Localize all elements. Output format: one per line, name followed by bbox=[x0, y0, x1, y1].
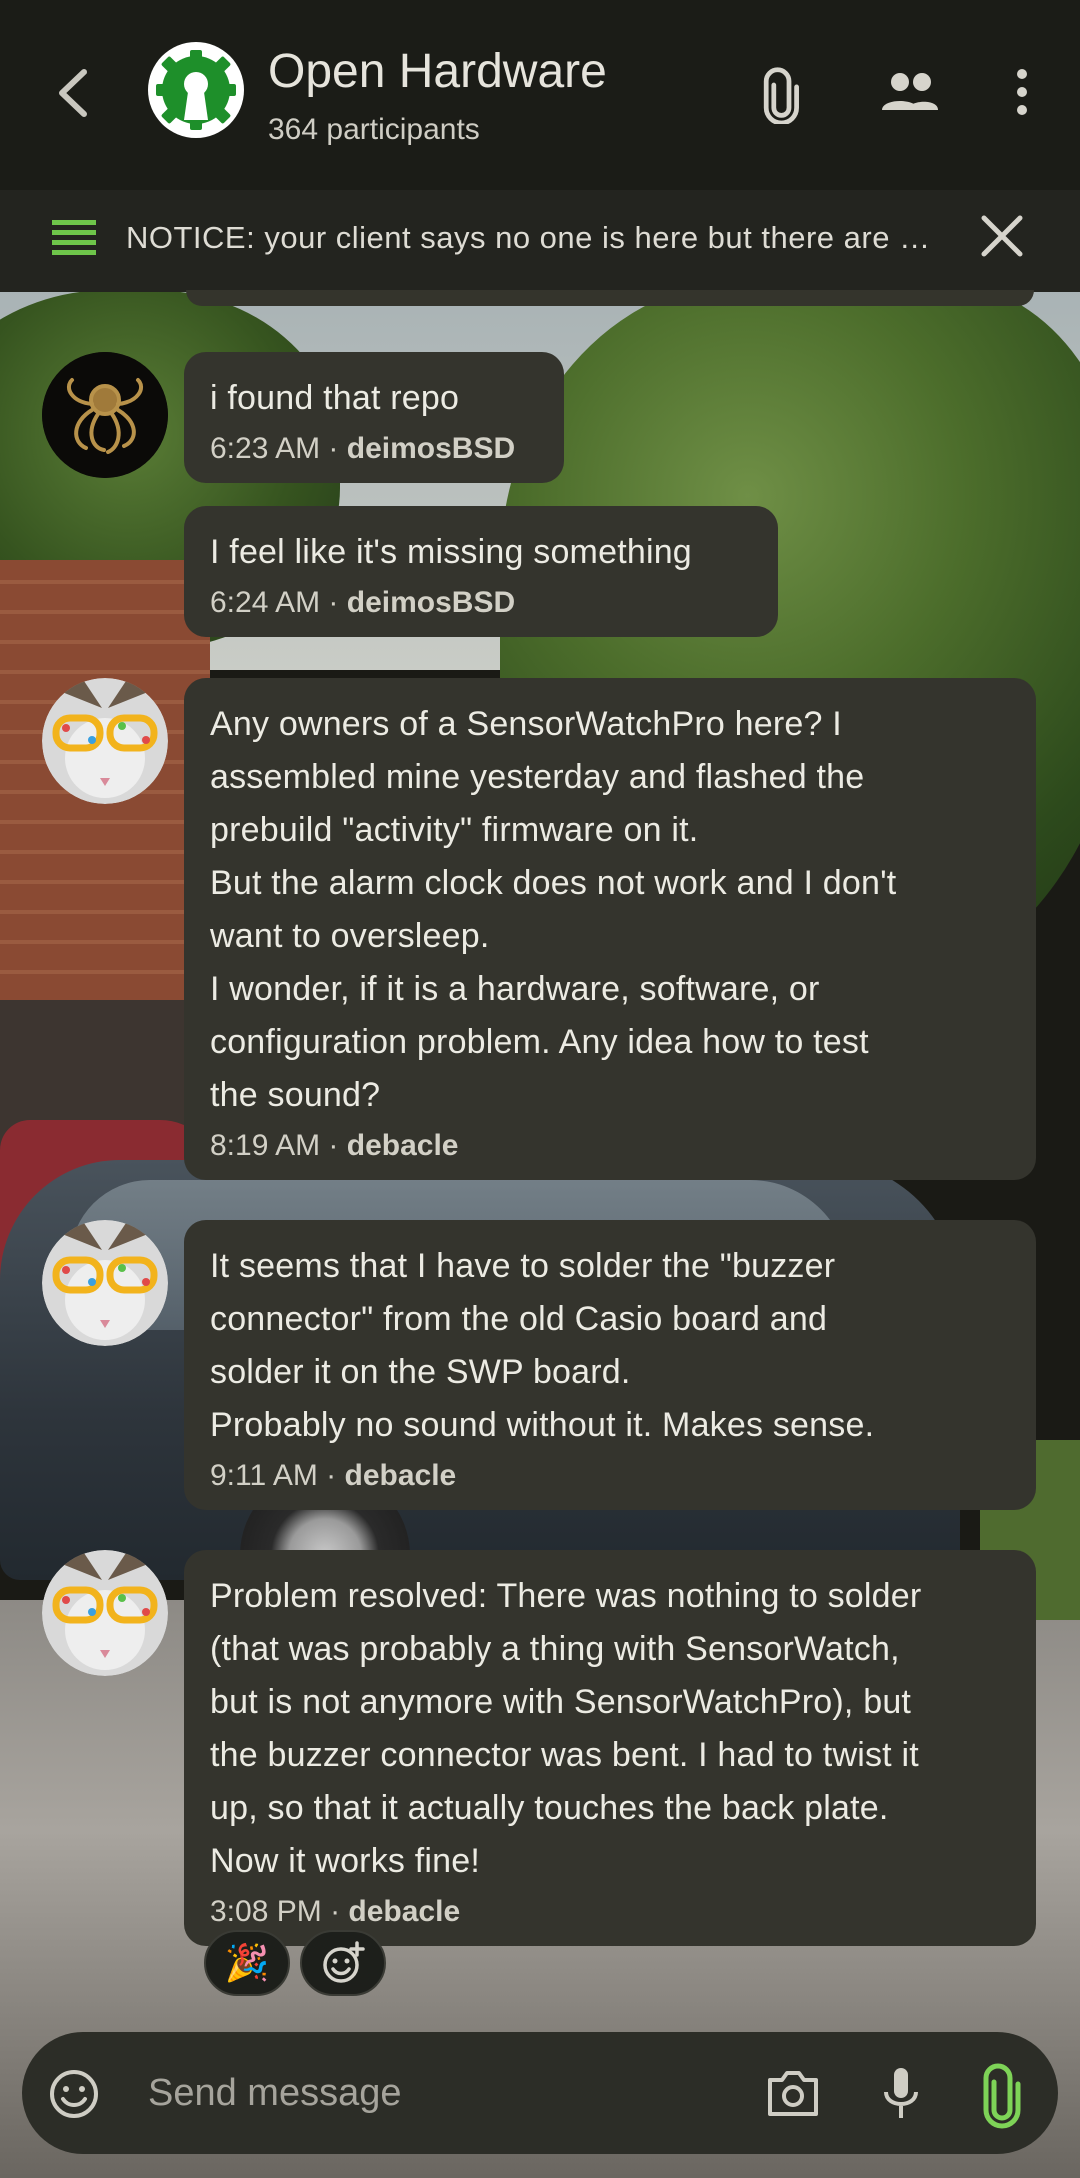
attachment-button[interactable] bbox=[752, 60, 816, 126]
participant-count: 364 participants bbox=[268, 113, 480, 146]
add-reaction-icon bbox=[323, 1941, 365, 1983]
meta-separator: · bbox=[320, 1129, 347, 1162]
camera-icon[interactable] bbox=[762, 2062, 824, 2124]
message-sender[interactable]: debacle bbox=[348, 1895, 460, 1928]
message-bubble[interactable]: Any owners of a SensorWatchPro here? I a… bbox=[184, 678, 1036, 1180]
message-body: Any owners of a SensorWatchPro here? I a… bbox=[210, 705, 897, 1114]
meta-separator: · bbox=[317, 1459, 345, 1492]
message-sender[interactable]: deimosBSD bbox=[347, 586, 515, 619]
avatar[interactable] bbox=[42, 1550, 168, 1676]
message-time: 8:19 AM bbox=[210, 1129, 321, 1162]
message-input[interactable] bbox=[146, 2062, 730, 2124]
notice-text: NOTICE: your client says no one is here … bbox=[126, 220, 936, 255]
message-meta: 3:08 PM · debacle bbox=[210, 1892, 1010, 1932]
pinned-notice-banner[interactable]: NOTICE: your client says no one is here … bbox=[0, 190, 1080, 292]
message-meta: 9:11 AM · debacle bbox=[210, 1456, 1010, 1496]
message-body: I feel like it's missing something bbox=[210, 533, 692, 571]
meta-separator: · bbox=[320, 586, 347, 619]
message-sender[interactable]: debacle bbox=[345, 1459, 457, 1492]
attachment-icon[interactable] bbox=[966, 2056, 1038, 2130]
people-icon bbox=[882, 73, 938, 110]
emoji-icon[interactable] bbox=[46, 2066, 102, 2122]
message-bubble[interactable]: i found that repo 6:23 AM · deimosBSD bbox=[184, 352, 564, 483]
room-avatar[interactable] bbox=[148, 42, 244, 138]
avatar[interactable] bbox=[42, 352, 168, 478]
message-meta: 6:23 AM · deimosBSD bbox=[210, 429, 538, 469]
message-time: 3:08 PM bbox=[210, 1895, 322, 1928]
reaction-emoji: 🎉 bbox=[224, 1942, 270, 1983]
add-reaction-button[interactable] bbox=[300, 1930, 386, 1996]
message-time: 6:24 AM bbox=[210, 586, 321, 619]
message-time: 9:11 AM bbox=[210, 1459, 318, 1492]
reaction-chip[interactable]: 🎉 bbox=[204, 1930, 290, 1996]
mic-icon[interactable] bbox=[870, 2062, 932, 2124]
meta-separator: · bbox=[320, 432, 347, 465]
message-body: Problem resolved: There was nothing to s… bbox=[210, 1577, 922, 1880]
meta-separator: · bbox=[321, 1895, 349, 1928]
close-icon[interactable] bbox=[976, 210, 1028, 262]
avatar[interactable] bbox=[42, 1220, 168, 1346]
attachment-icon bbox=[763, 67, 799, 126]
back-button[interactable] bbox=[40, 58, 110, 128]
message-body: It seems that I have to solder the "buzz… bbox=[210, 1247, 875, 1444]
message-time: 6:23 AM bbox=[210, 432, 321, 465]
message-sender[interactable]: deimosBSD bbox=[347, 432, 515, 465]
list-icon bbox=[52, 220, 96, 255]
message-body: i found that repo bbox=[210, 379, 460, 417]
previous-message-bubble bbox=[186, 290, 1034, 306]
top-app-bar: Open Hardware 364 participants bbox=[0, 0, 1080, 190]
message-bubble[interactable]: I feel like it's missing something 6:24 … bbox=[184, 506, 778, 637]
avatar[interactable] bbox=[42, 678, 168, 804]
message-composer bbox=[22, 2032, 1058, 2154]
more-options-button[interactable] bbox=[990, 60, 1054, 124]
room-title[interactable]: Open Hardware bbox=[268, 44, 607, 100]
more-vert-icon bbox=[1017, 69, 1027, 115]
message-sender[interactable]: debacle bbox=[347, 1129, 459, 1162]
message-bubble[interactable]: Problem resolved: There was nothing to s… bbox=[184, 1550, 1036, 1946]
message-meta: 6:24 AM · deimosBSD bbox=[210, 583, 752, 623]
back-arrow-icon bbox=[59, 69, 87, 117]
participants-button[interactable] bbox=[878, 60, 942, 124]
message-meta: 8:19 AM · debacle bbox=[210, 1126, 1010, 1166]
message-bubble[interactable]: It seems that I have to solder the "buzz… bbox=[184, 1220, 1036, 1510]
